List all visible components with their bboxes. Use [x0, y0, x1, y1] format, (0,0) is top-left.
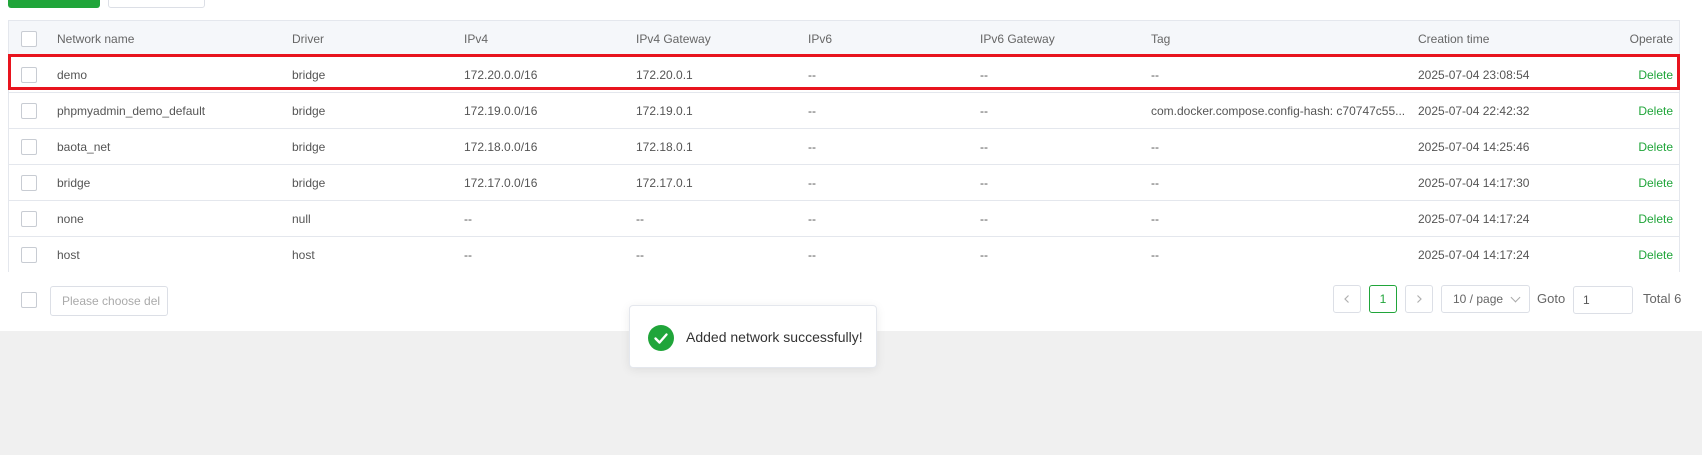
delete-link[interactable]: Delete: [1629, 165, 1673, 201]
cell-creation-time: 2025-07-04 14:17:24: [1418, 248, 1530, 262]
cell-ipv6: --: [808, 104, 816, 118]
network-table: Network name Driver IPv4 IPv4 Gateway IP…: [8, 20, 1680, 273]
cell-network-name: demo: [57, 68, 88, 82]
row-checkbox[interactable]: [21, 175, 37, 191]
header-ipv6: IPv6: [808, 32, 833, 46]
delete-link[interactable]: Delete: [1629, 57, 1673, 93]
cell-ipv6: --: [808, 68, 816, 82]
table-header: Network name Driver IPv4 IPv4 Gateway IP…: [9, 21, 1679, 57]
row-checkbox[interactable]: [21, 211, 37, 227]
cell-network-name: bridge: [57, 176, 91, 190]
delete-link[interactable]: Delete: [1629, 93, 1673, 129]
header-driver: Driver: [292, 32, 324, 46]
header-tag: Tag: [1151, 32, 1171, 46]
cell-ipv6-gateway: --: [980, 140, 988, 154]
page-size-label: 10 / page: [1453, 292, 1504, 306]
cell-driver: null: [292, 212, 311, 226]
page-number-button[interactable]: 1: [1369, 285, 1397, 313]
cell-ipv6: --: [808, 176, 816, 190]
cell-driver: bridge: [292, 104, 326, 118]
cell-tag: --: [1151, 140, 1159, 154]
secondary-toolbar-button[interactable]: [108, 0, 205, 8]
cell-ipv6-gateway: --: [980, 248, 988, 262]
cell-ipv6: --: [808, 212, 816, 226]
table-row: baota_net bridge 172.18.0.0/16 172.18.0.…: [9, 129, 1679, 165]
row-checkbox[interactable]: [21, 67, 37, 83]
delete-link[interactable]: Delete: [1629, 201, 1673, 237]
cell-ipv4-gateway: 172.20.0.1: [636, 68, 693, 82]
cell-tag: --: [1151, 212, 1159, 226]
batch-operation-select[interactable]: Please choose del: [50, 286, 168, 316]
total-count: Total 6: [1643, 291, 1682, 306]
page-size-select[interactable]: 10 / page: [1441, 285, 1530, 313]
header-operate: Operate: [1629, 32, 1673, 46]
chevron-left-icon: [1344, 295, 1349, 303]
footer-select-all-checkbox[interactable]: [21, 292, 37, 308]
cell-network-name: baota_net: [57, 140, 111, 154]
row-checkbox[interactable]: [21, 247, 37, 263]
cell-creation-time: 2025-07-04 14:25:46: [1418, 140, 1530, 154]
table-row: bridge bridge 172.17.0.0/16 172.17.0.1 -…: [9, 165, 1679, 201]
success-toast: Added network successfully!: [629, 305, 877, 368]
cell-network-name: none: [57, 212, 84, 226]
next-page-button[interactable]: [1405, 285, 1433, 313]
row-checkbox[interactable]: [21, 139, 37, 155]
table-row: demo bridge 172.20.0.0/16 172.20.0.1 -- …: [9, 57, 1679, 93]
cell-ipv6: --: [808, 140, 816, 154]
cell-ipv4: --: [464, 248, 472, 262]
check-circle-icon: [648, 325, 674, 351]
cell-tag: com.docker.compose.config-hash: c70747c5…: [1151, 104, 1406, 118]
cell-ipv4-gateway: 172.17.0.1: [636, 176, 693, 190]
cell-network-name: phpmyadmin_demo_default: [57, 104, 206, 118]
chevron-down-icon: [1510, 292, 1521, 303]
cell-ipv4: --: [464, 212, 472, 226]
cell-driver: bridge: [292, 176, 326, 190]
header-ipv6-gateway: IPv6 Gateway: [980, 32, 1055, 46]
cell-network-name: host: [57, 248, 80, 262]
table-row: host host -- -- -- -- -- 2025-07-04 14:1…: [9, 237, 1679, 273]
cell-ipv4: 172.20.0.0/16: [464, 68, 538, 82]
cell-ipv4-gateway: 172.18.0.1: [636, 140, 693, 154]
cell-driver: host: [292, 248, 315, 262]
cell-creation-time: 2025-07-04 14:17:30: [1418, 176, 1530, 190]
cell-driver: bridge: [292, 140, 326, 154]
cell-tag: --: [1151, 68, 1159, 82]
delete-link[interactable]: Delete: [1629, 237, 1673, 273]
cell-ipv4: 172.19.0.0/16: [464, 104, 538, 118]
content-panel: Network name Driver IPv4 IPv4 Gateway IP…: [0, 0, 1702, 331]
goto-page-input[interactable]: [1573, 286, 1633, 314]
cell-creation-time: 2025-07-04 14:17:24: [1418, 212, 1530, 226]
cell-ipv4: 172.17.0.0/16: [464, 176, 538, 190]
cell-ipv6-gateway: --: [980, 104, 988, 118]
add-network-button[interactable]: [8, 0, 100, 8]
table-row: none null -- -- -- -- -- 2025-07-04 14:1…: [9, 201, 1679, 237]
cell-ipv6-gateway: --: [980, 68, 988, 82]
toast-message: Added network successfully!: [686, 329, 863, 345]
cell-ipv6-gateway: --: [980, 212, 988, 226]
prev-page-button[interactable]: [1333, 285, 1361, 313]
delete-link[interactable]: Delete: [1629, 129, 1673, 165]
select-all-checkbox[interactable]: [21, 31, 37, 47]
chevron-right-icon: [1417, 295, 1422, 303]
cell-creation-time: 2025-07-04 22:42:32: [1418, 104, 1530, 118]
cell-tag: --: [1151, 248, 1159, 262]
header-network-name: Network name: [57, 32, 135, 46]
row-checkbox[interactable]: [21, 103, 37, 119]
cell-ipv4-gateway: --: [636, 248, 644, 262]
header-ipv4-gateway: IPv4 Gateway: [636, 32, 711, 46]
header-ipv4: IPv4: [464, 32, 489, 46]
header-creation-time: Creation time: [1418, 32, 1490, 46]
table-row: phpmyadmin_demo_default bridge 172.19.0.…: [9, 93, 1679, 129]
cell-ipv4-gateway: --: [636, 212, 644, 226]
cell-ipv4-gateway: 172.19.0.1: [636, 104, 693, 118]
cell-driver: bridge: [292, 68, 326, 82]
cell-creation-time: 2025-07-04 23:08:54: [1418, 68, 1530, 82]
cell-tag: --: [1151, 176, 1159, 190]
cell-ipv4: 172.18.0.0/16: [464, 140, 538, 154]
cell-ipv6: --: [808, 248, 816, 262]
cell-ipv6-gateway: --: [980, 176, 988, 190]
goto-label: Goto: [1537, 291, 1566, 306]
